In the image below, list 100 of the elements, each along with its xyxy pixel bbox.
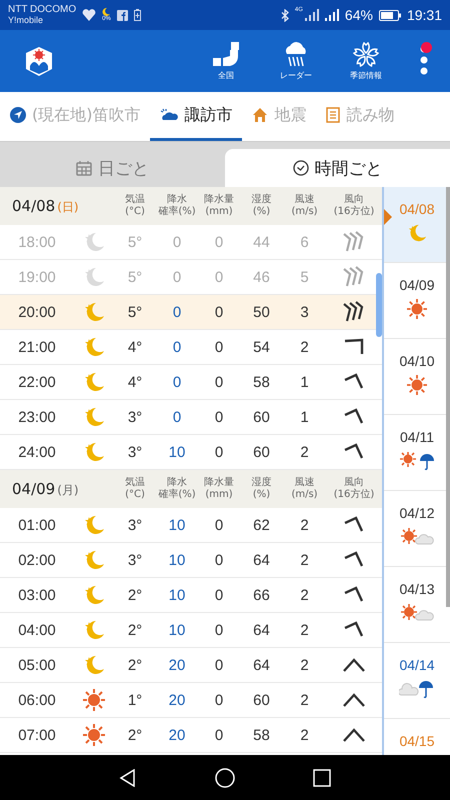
wind-arrow-icon <box>342 301 366 323</box>
nav-action-button[interactable]: 全国 <box>194 42 258 80</box>
time-cell-text: 02:00 <box>17 552 57 568</box>
temperature-cell-text: 2° <box>126 726 144 744</box>
column-header: 風向 (16方位) <box>332 477 376 501</box>
bluetooth-icon <box>280 8 289 22</box>
time-cell-text: 04:00 <box>17 622 57 638</box>
time-cell-text: 07:00 <box>17 726 57 744</box>
moon-icon <box>83 406 105 428</box>
humidity-cell-text: 64 <box>252 622 271 638</box>
moon-icon <box>83 231 105 253</box>
precipitation-cell-text: 0 <box>214 726 224 744</box>
moon-icon <box>83 514 105 536</box>
recents-icon[interactable] <box>313 768 331 786</box>
nav-action-button[interactable]: 季節情報 <box>334 42 398 80</box>
japan-map-icon <box>211 42 241 68</box>
sun-icon <box>407 299 427 319</box>
moon-icon <box>83 301 105 323</box>
column-header: 風向 (16方位) <box>332 194 376 218</box>
precipitation-cell-text: 0 <box>214 338 224 356</box>
probability-cell-text: 0 <box>172 338 182 356</box>
sun-cloud-icon <box>400 527 434 547</box>
column-header: 降水量 (mm) <box>203 477 235 501</box>
wind-speed-cell-text: 2 <box>299 444 310 460</box>
wind-speed-cell-text: 5 <box>299 268 310 286</box>
probability-cell-text: 0 <box>172 234 182 250</box>
humidity-cell-text: 46 <box>252 268 271 286</box>
weekday-label: (日) <box>57 198 79 216</box>
column-header: 風速 (m/s) <box>290 194 319 218</box>
facebook-icon <box>116 10 128 20</box>
wind-speed-cell-text: 2 <box>299 586 310 604</box>
cloud-icon <box>160 108 178 122</box>
cloud-umbrella-icon <box>399 679 435 699</box>
wind-speed-cell-text: 2 <box>299 516 310 534</box>
probability-cell-text: 20 <box>168 656 186 674</box>
wind-speed-cell-text: 2 <box>299 622 310 638</box>
probability-cell-text: 10 <box>168 586 186 604</box>
precipitation-cell-text: 0 <box>214 234 224 250</box>
column-header: 降水 確率(%) <box>157 194 197 218</box>
view-tab[interactable]: 日ごと <box>0 149 225 187</box>
time-cell-text: 24:00 <box>17 444 57 460</box>
sun-icon <box>83 689 105 711</box>
time-cell-text: 18:00 <box>17 234 57 250</box>
probability-cell-text: 0 <box>172 408 182 426</box>
humidity-cell-text: 58 <box>252 374 271 390</box>
precipitation-cell-text: 0 <box>214 516 224 534</box>
sun-umbrella-icon <box>400 451 434 471</box>
humidity-cell-text: 54 <box>252 338 271 356</box>
column-header: 気温 (°C) <box>124 194 146 218</box>
view-tab[interactable]: 時間ごと <box>225 149 450 187</box>
battery-icon <box>378 10 401 20</box>
moon-icon <box>83 549 105 571</box>
precipitation-cell-text: 0 <box>214 586 224 604</box>
back-icon[interactable] <box>119 768 137 786</box>
wind-speed-cell-text: 6 <box>299 234 310 250</box>
clock-time: 19:31 <box>406 7 442 23</box>
home-icon[interactable] <box>215 768 235 788</box>
scroll-indicator <box>376 273 382 337</box>
wind-speed-cell-text: 2 <box>299 656 310 674</box>
time-cell-text: 01:00 <box>17 516 57 534</box>
wind-arrow-icon <box>342 231 366 253</box>
column-header: 気温 (°C) <box>124 477 146 501</box>
precipitation-cell-text: 0 <box>214 692 224 708</box>
wind-speed-cell-text: 3 <box>299 304 310 320</box>
humidity-cell-text: 58 <box>252 726 271 744</box>
humidity-cell-text: 62 <box>252 516 271 534</box>
sun-icon <box>83 724 105 746</box>
blossom-icon <box>352 42 380 68</box>
moon-icon <box>83 371 105 393</box>
column-header: 湿度 (%) <box>250 477 272 501</box>
temperature-cell-text: 2° <box>126 656 144 674</box>
temperature-cell-text: 5° <box>126 304 144 320</box>
moon-icon <box>83 654 105 676</box>
probability-cell-text: 10 <box>168 622 186 638</box>
probability-cell-text: 0 <box>172 374 182 390</box>
time-cell-text: 21:00 <box>17 338 57 356</box>
clock-icon <box>292 160 308 176</box>
temperature-cell-text: 3° <box>126 516 144 534</box>
precipitation-cell-text: 0 <box>214 304 224 320</box>
humidity-cell-text: 50 <box>252 304 271 320</box>
precipitation-cell-text: 0 <box>214 656 224 674</box>
time-cell-text: 03:00 <box>17 586 57 604</box>
sun-cloud-icon <box>400 603 434 623</box>
nav-action-button[interactable]: レーダー <box>264 42 328 80</box>
calendar-icon <box>76 160 92 176</box>
precipitation-cell-text: 0 <box>214 374 224 390</box>
temperature-cell-text: 5° <box>126 234 144 250</box>
moon-icon <box>83 266 105 288</box>
navigation-icon <box>10 107 26 123</box>
temperature-cell-text: 3° <box>126 552 144 568</box>
day-item[interactable]: 04/14 <box>384 643 450 719</box>
probability-cell-text: 20 <box>168 692 186 708</box>
temperature-cell-text: 2° <box>126 622 144 638</box>
wind-arrow-icon <box>342 266 366 288</box>
temperature-cell-text: 5° <box>126 268 144 286</box>
moon-icon <box>83 441 105 463</box>
weekday-label: (月) <box>57 482 79 498</box>
time-cell-text: 05:00 <box>17 656 57 674</box>
battery-percent: 64% <box>344 7 373 23</box>
time-cell-text: 06:00 <box>17 692 57 708</box>
